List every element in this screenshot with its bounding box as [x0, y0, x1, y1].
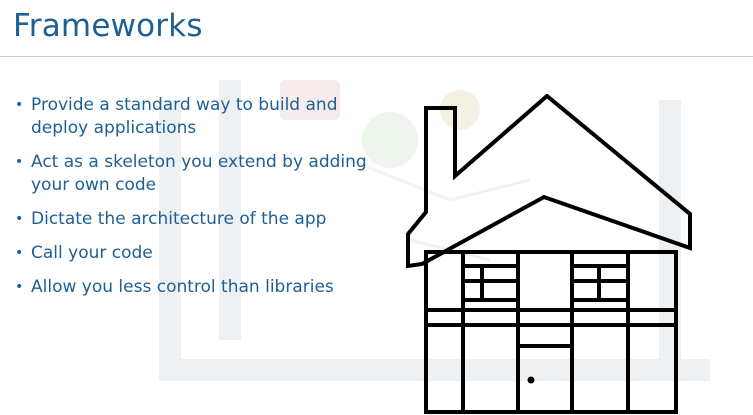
bullet-item: • Allow you less control than libraries [14, 276, 394, 299]
bullet-item: • Act as a skeleton you extend by adding… [14, 151, 394, 197]
slide-title: Frameworks [13, 8, 203, 44]
bullet-list: • Provide a standard way to build and de… [14, 94, 394, 310]
bullet-text: Provide a standard way to build and depl… [31, 95, 338, 138]
title-divider [0, 56, 753, 57]
bullet-text: Call your code [31, 243, 153, 263]
bullet-marker: • [15, 97, 24, 113]
bullet-marker: • [15, 245, 24, 261]
bullet-text: Act as a skeleton you extend by adding y… [31, 152, 367, 195]
roof-outline [406, 94, 692, 269]
door [516, 344, 574, 414]
bullet-item: • Dictate the architecture of the app [14, 208, 394, 231]
bullet-marker: • [15, 279, 24, 295]
slide: Frameworks • Provide a standard way to b… [0, 0, 753, 415]
bullet-item: • Provide a standard way to build and de… [14, 94, 394, 140]
door-knob [527, 376, 535, 384]
bullet-text: Allow you less control than libraries [31, 277, 334, 297]
bullet-marker: • [15, 154, 24, 170]
bullet-text: Dictate the architecture of the app [31, 209, 327, 229]
house-icon [406, 94, 692, 414]
bullet-item: • Call your code [14, 242, 394, 265]
bullet-marker: • [15, 211, 24, 227]
